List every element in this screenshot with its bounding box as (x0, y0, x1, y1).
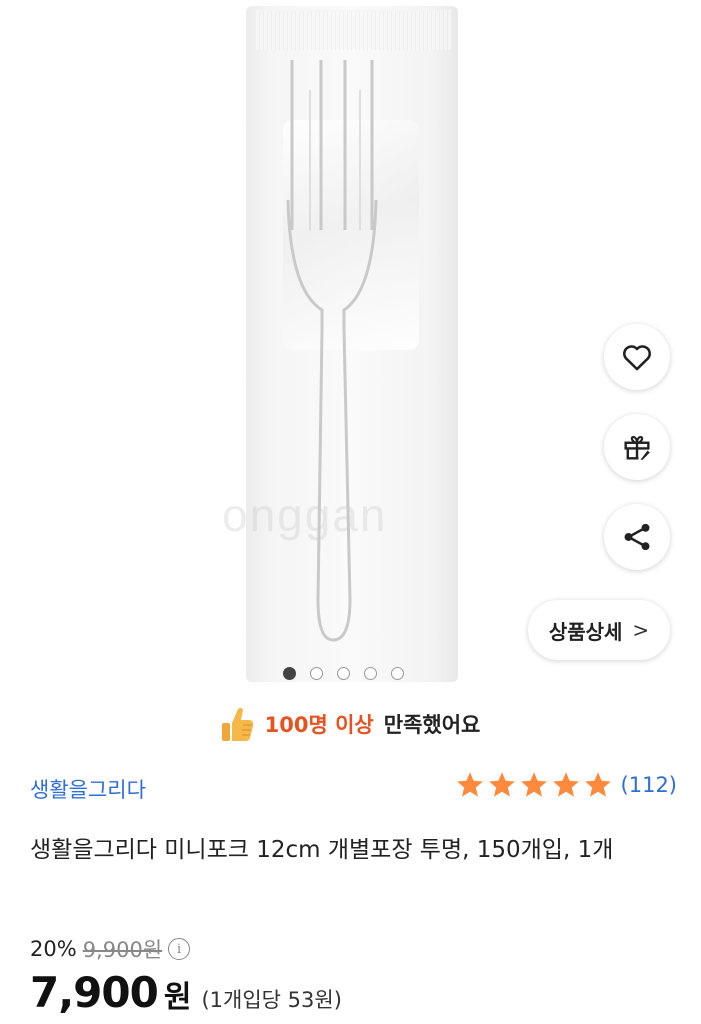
sale-price: 7,900 원 (1개입당 53원) (30, 968, 342, 1017)
star-icon (584, 772, 611, 797)
info-icon[interactable]: i (168, 938, 191, 960)
discount-rate: 20% (30, 937, 77, 961)
thumbs-up-icon (221, 707, 253, 741)
carousel-indicator (283, 667, 404, 680)
unit-price: (1개입당 53원) (201, 988, 342, 1012)
product-image[interactable]: onggan (0, 0, 701, 690)
star-icon (520, 772, 547, 797)
heart-icon (623, 345, 651, 371)
carousel-dot-1[interactable] (283, 667, 296, 680)
original-price: 9,900원 (82, 938, 163, 962)
carousel-dot-4[interactable] (364, 667, 377, 680)
chevron-right-icon: > (632, 618, 650, 642)
brand-link[interactable]: 생활을그리다 (30, 774, 146, 804)
star-icon (552, 772, 579, 797)
carousel-dot-5[interactable] (391, 667, 404, 680)
star-icon (488, 772, 515, 797)
share-icon (624, 523, 650, 551)
like-button[interactable] (604, 324, 670, 390)
price-value: 7,900 (30, 968, 159, 1017)
watermark: onggan (222, 489, 388, 541)
gift-icon (624, 436, 650, 460)
satisfaction-banner: 100명 이상 만족했어요 (0, 696, 701, 752)
product-detail-label: 상품상세 (548, 619, 623, 644)
fork-image (286, 60, 378, 642)
star-icon (456, 772, 483, 797)
satisfaction-count: 100명 이상 (264, 713, 374, 737)
satisfaction-text: 만족했어요 (383, 713, 481, 737)
price-currency: 원 (163, 980, 192, 1015)
rating[interactable]: (112) (455, 770, 677, 800)
product-detail-button[interactable]: 상품상세 > (528, 600, 670, 660)
product-title: 생활을그리다 미니포크 12cm 개별포장 투명, 150개입, 1개 (30, 837, 614, 863)
review-count[interactable]: (112) (621, 773, 677, 797)
carousel-dot-3[interactable] (337, 667, 350, 680)
carousel-dot-2[interactable] (310, 667, 323, 680)
share-button[interactable] (604, 504, 670, 570)
discount-line: 20% 9,900원 i (30, 934, 191, 964)
gift-button[interactable] (604, 414, 670, 480)
